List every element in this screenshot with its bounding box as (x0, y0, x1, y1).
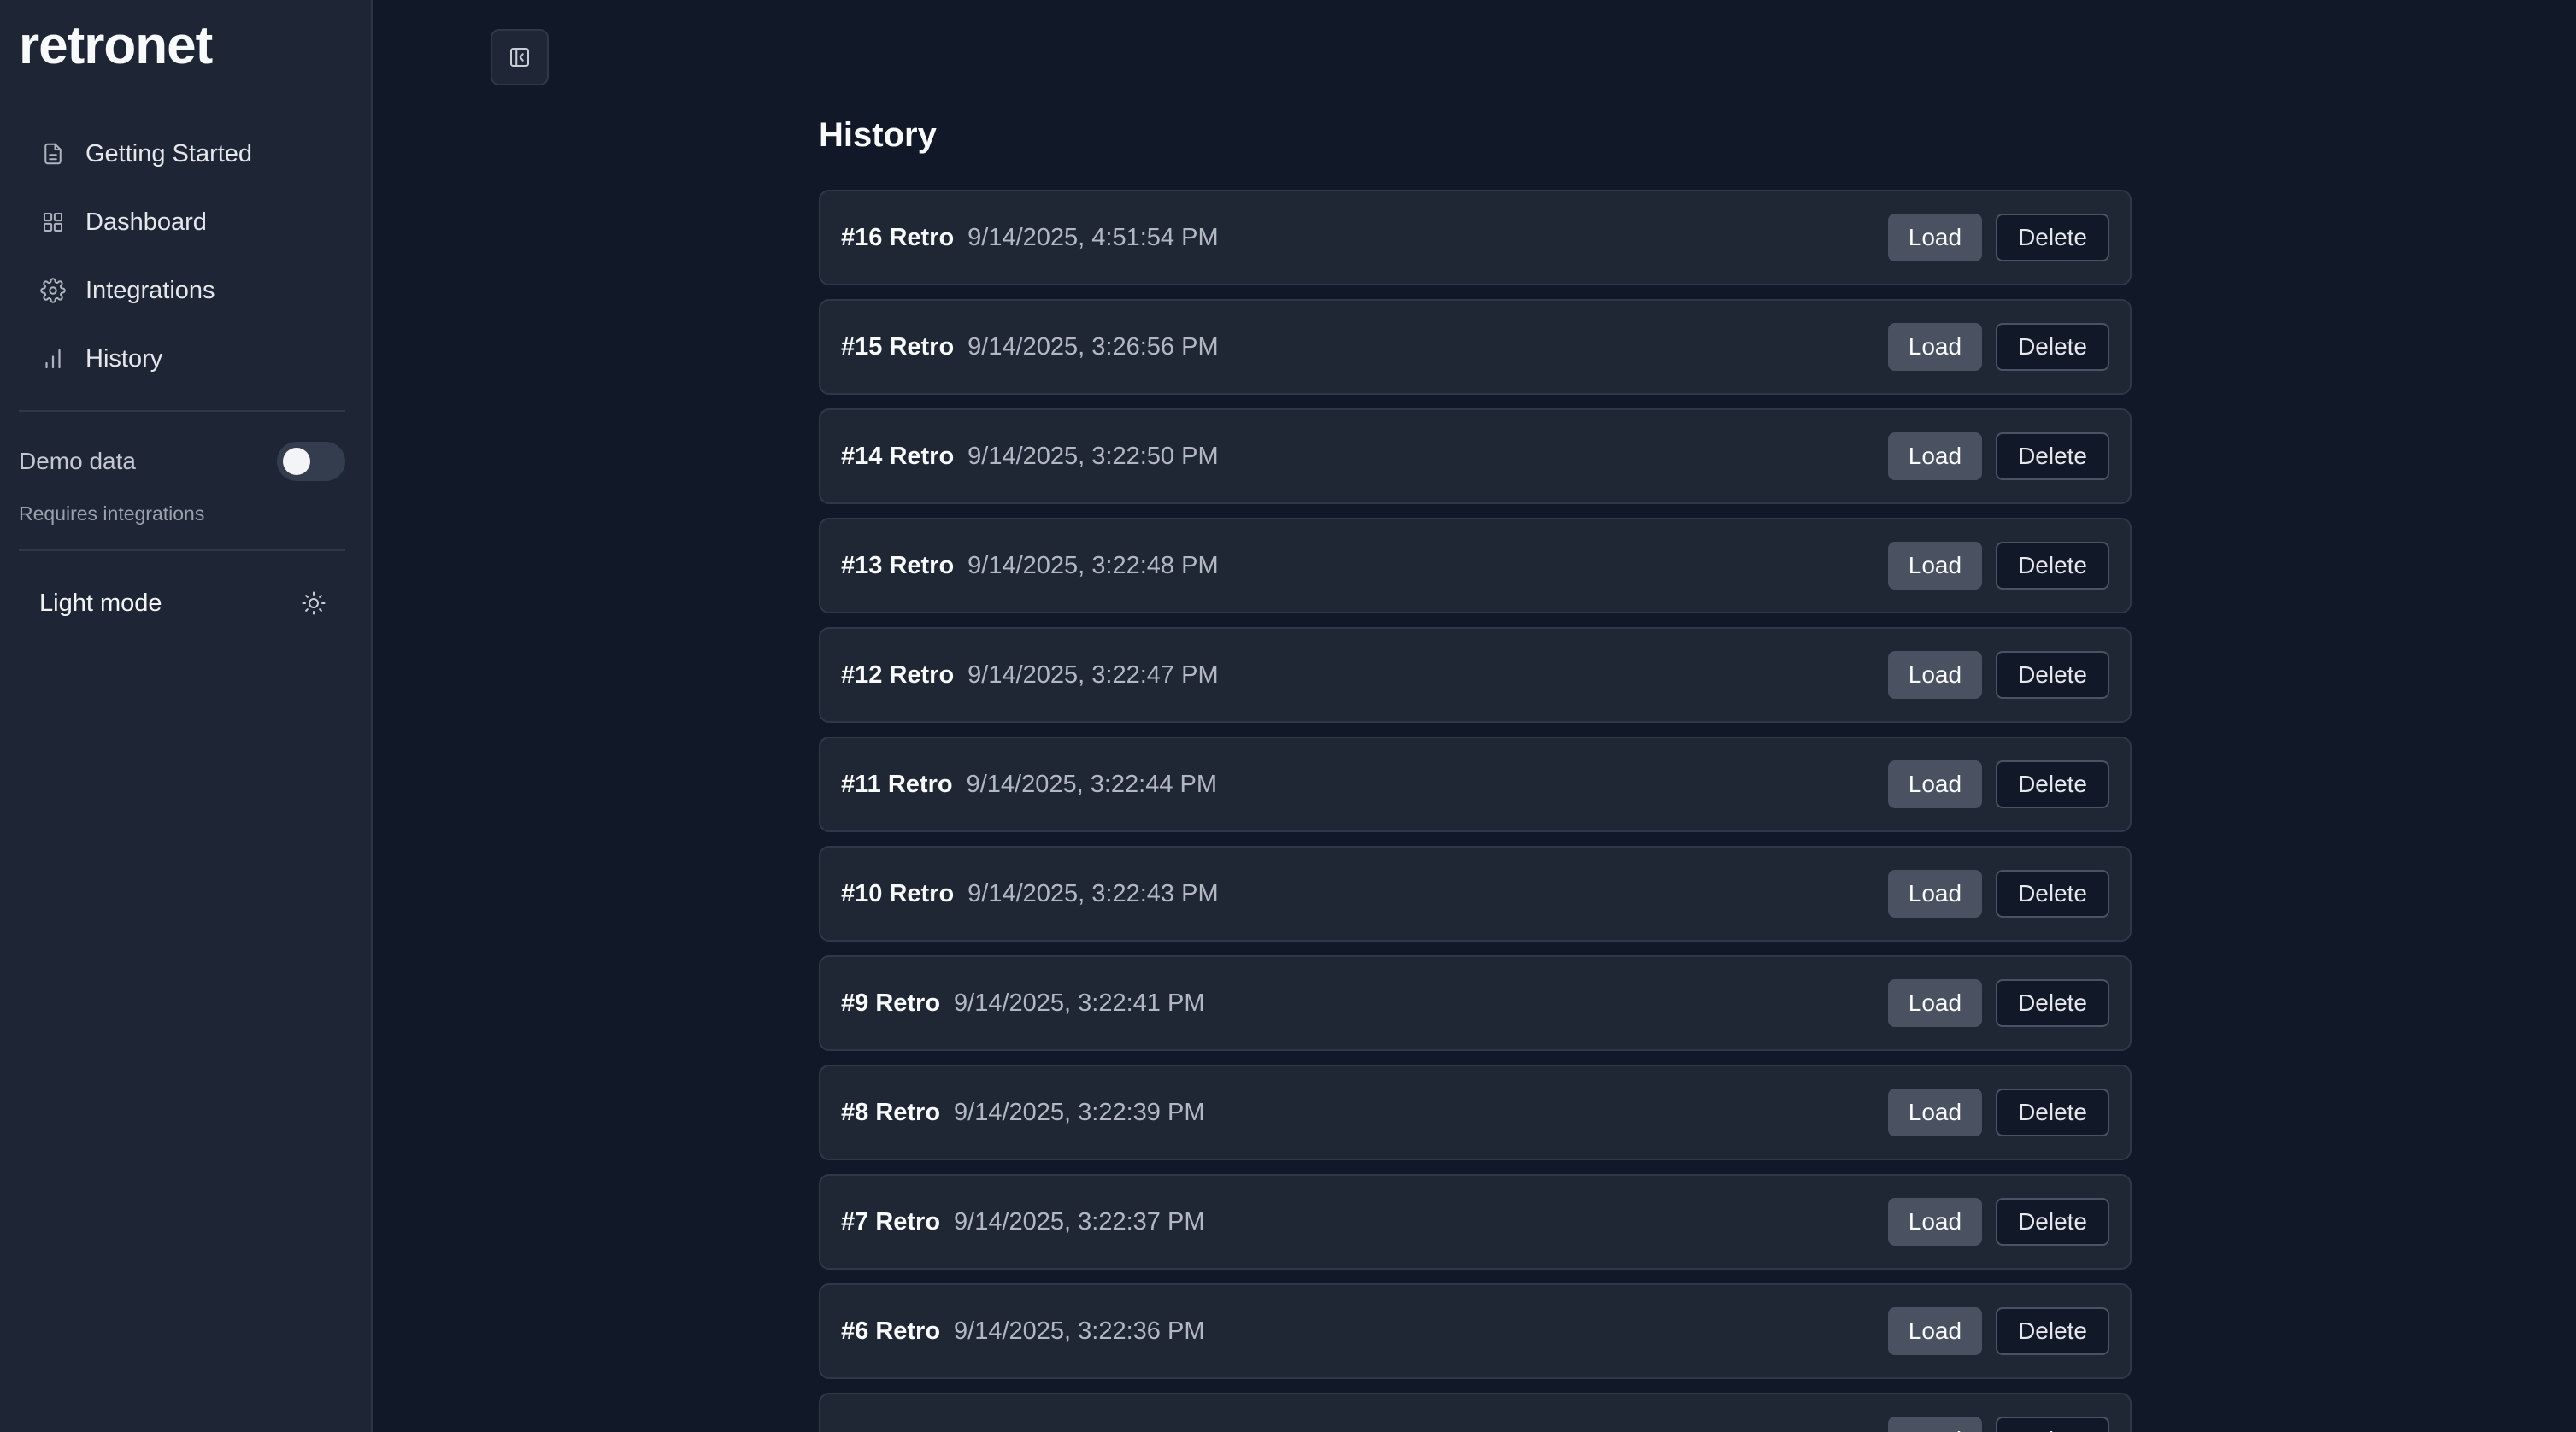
retro-title: #9 Retro (841, 989, 941, 1017)
history-row: #7 Retro 9/14/2025, 3:22:37 PM Load Delete (819, 1174, 2132, 1270)
sidebar-divider (19, 410, 345, 412)
retro-timestamp: 9/14/2025, 3:22:37 PM (954, 1207, 1205, 1235)
page-title: History (819, 116, 937, 154)
history-list: #16 Retro 9/14/2025, 4:51:54 PM Load Delete… (819, 190, 2132, 1432)
retro-timestamp: 9/14/2025, 3:22:39 PM (954, 1098, 1205, 1126)
sidebar-item-label: Integrations (85, 276, 215, 304)
sidebar-item-label: Dashboard (85, 208, 207, 236)
brand-logo: retronet (19, 16, 213, 75)
sidebar-collapse-button[interactable] (491, 29, 549, 85)
retro-timestamp: 9/14/2025, 4:51:54 PM (967, 223, 1219, 251)
sidebar-item-history[interactable]: History (19, 325, 345, 393)
sidebar-divider (19, 549, 345, 551)
history-row: Load Delete (819, 1393, 2132, 1432)
retro-title: #13 Retro (841, 551, 955, 579)
panel-left-icon (510, 48, 529, 67)
load-button[interactable]: Load (1887, 432, 1983, 480)
delete-button[interactable]: Delete (1996, 432, 2109, 480)
retro-title: #11 Retro (841, 770, 953, 798)
history-row: #13 Retro 9/14/2025, 3:22:48 PM Load Delete (819, 518, 2132, 613)
load-button[interactable]: Load (1887, 1198, 1983, 1246)
sun-icon (299, 589, 328, 618)
delete-button[interactable]: Delete (1996, 1198, 2109, 1246)
retro-title: #8 Retro (841, 1098, 941, 1126)
load-button[interactable]: Load (1887, 214, 1983, 261)
sidebar-item-label: History (85, 344, 163, 373)
retro-timestamp: 9/14/2025, 3:22:47 PM (967, 660, 1219, 689)
demo-data-note: Requires integrations (19, 502, 205, 525)
load-button[interactable]: Load (1887, 651, 1983, 699)
history-row: #12 Retro 9/14/2025, 3:22:47 PM Load Delete (819, 627, 2132, 723)
retro-timestamp: 9/14/2025, 3:22:36 PM (954, 1317, 1205, 1345)
delete-button[interactable]: Delete (1996, 1089, 2109, 1136)
demo-data-toggle[interactable] (277, 442, 345, 481)
delete-button[interactable]: Delete (1996, 1417, 2109, 1432)
demo-data-row: Demo data (19, 437, 345, 485)
light-mode-toggle[interactable]: Light mode (19, 578, 345, 629)
retro-timestamp: 9/14/2025, 3:22:41 PM (954, 989, 1205, 1017)
load-button[interactable]: Load (1887, 1307, 1983, 1355)
load-button[interactable]: Load (1887, 323, 1983, 371)
history-row: #10 Retro 9/14/2025, 3:22:43 PM Load Delete (819, 846, 2132, 942)
gear-icon (39, 277, 67, 304)
history-row: #6 Retro 9/14/2025, 3:22:36 PM Load Delete (819, 1283, 2132, 1379)
sidebar-nav: Getting Started Dashboard Integrations H… (19, 120, 345, 393)
grid-icon (39, 208, 67, 236)
load-button[interactable]: Load (1887, 870, 1983, 918)
load-button[interactable]: Load (1887, 760, 1983, 808)
history-row: #15 Retro 9/14/2025, 3:26:56 PM Load Delete (819, 299, 2132, 395)
retro-title: #15 Retro (841, 332, 955, 361)
sidebar-item-dashboard[interactable]: Dashboard (19, 188, 345, 256)
delete-button[interactable]: Delete (1996, 760, 2109, 808)
delete-button[interactable]: Delete (1996, 323, 2109, 371)
load-button[interactable]: Load (1887, 542, 1983, 590)
load-button[interactable]: Load (1887, 979, 1983, 1027)
delete-button[interactable]: Delete (1996, 1307, 2109, 1355)
delete-button[interactable]: Delete (1996, 542, 2109, 590)
history-row: #11 Retro 9/14/2025, 3:22:44 PM Load Delete (819, 737, 2132, 832)
retro-timestamp: 9/14/2025, 3:22:48 PM (967, 551, 1219, 579)
retro-title: #10 Retro (841, 879, 955, 907)
light-mode-label: Light mode (39, 589, 162, 617)
load-button[interactable]: Load (1887, 1417, 1983, 1432)
history-row: #8 Retro 9/14/2025, 3:22:39 PM Load Delete (819, 1065, 2132, 1160)
delete-button[interactable]: Delete (1996, 214, 2109, 261)
retro-timestamp: 9/14/2025, 3:22:44 PM (966, 770, 1218, 798)
sidebar-item-label: Getting Started (85, 139, 253, 167)
delete-button[interactable]: Delete (1996, 979, 2109, 1027)
toggle-knob (283, 448, 310, 475)
retro-timestamp: 9/14/2025, 3:22:50 PM (967, 442, 1219, 470)
load-button[interactable]: Load (1887, 1089, 1983, 1136)
document-icon (39, 140, 67, 167)
retro-title: #7 Retro (841, 1207, 941, 1235)
sidebar-item-getting-started[interactable]: Getting Started (19, 120, 345, 188)
retro-title: #6 Retro (841, 1317, 941, 1345)
history-row: #9 Retro 9/14/2025, 3:22:41 PM Load Delete (819, 955, 2132, 1051)
history-row: #14 Retro 9/14/2025, 3:22:50 PM Load Delete (819, 408, 2132, 504)
demo-data-label: Demo data (19, 448, 136, 474)
app-root: retronet Getting Started Dashboard Integ… (0, 0, 2576, 1432)
sidebar: retronet Getting Started Dashboard Integ… (0, 0, 373, 1432)
retro-title: #14 Retro (841, 442, 955, 470)
retro-title: #12 Retro (841, 660, 955, 689)
sidebar-item-integrations[interactable]: Integrations (19, 256, 345, 325)
retro-title: #16 Retro (841, 223, 955, 251)
retro-timestamp: 9/14/2025, 3:22:43 PM (967, 879, 1219, 907)
bar-chart-icon (39, 345, 67, 373)
delete-button[interactable]: Delete (1996, 651, 2109, 699)
retro-timestamp: 9/14/2025, 3:26:56 PM (967, 332, 1219, 361)
history-row: #16 Retro 9/14/2025, 4:51:54 PM Load Delete (819, 190, 2132, 285)
delete-button[interactable]: Delete (1996, 870, 2109, 918)
